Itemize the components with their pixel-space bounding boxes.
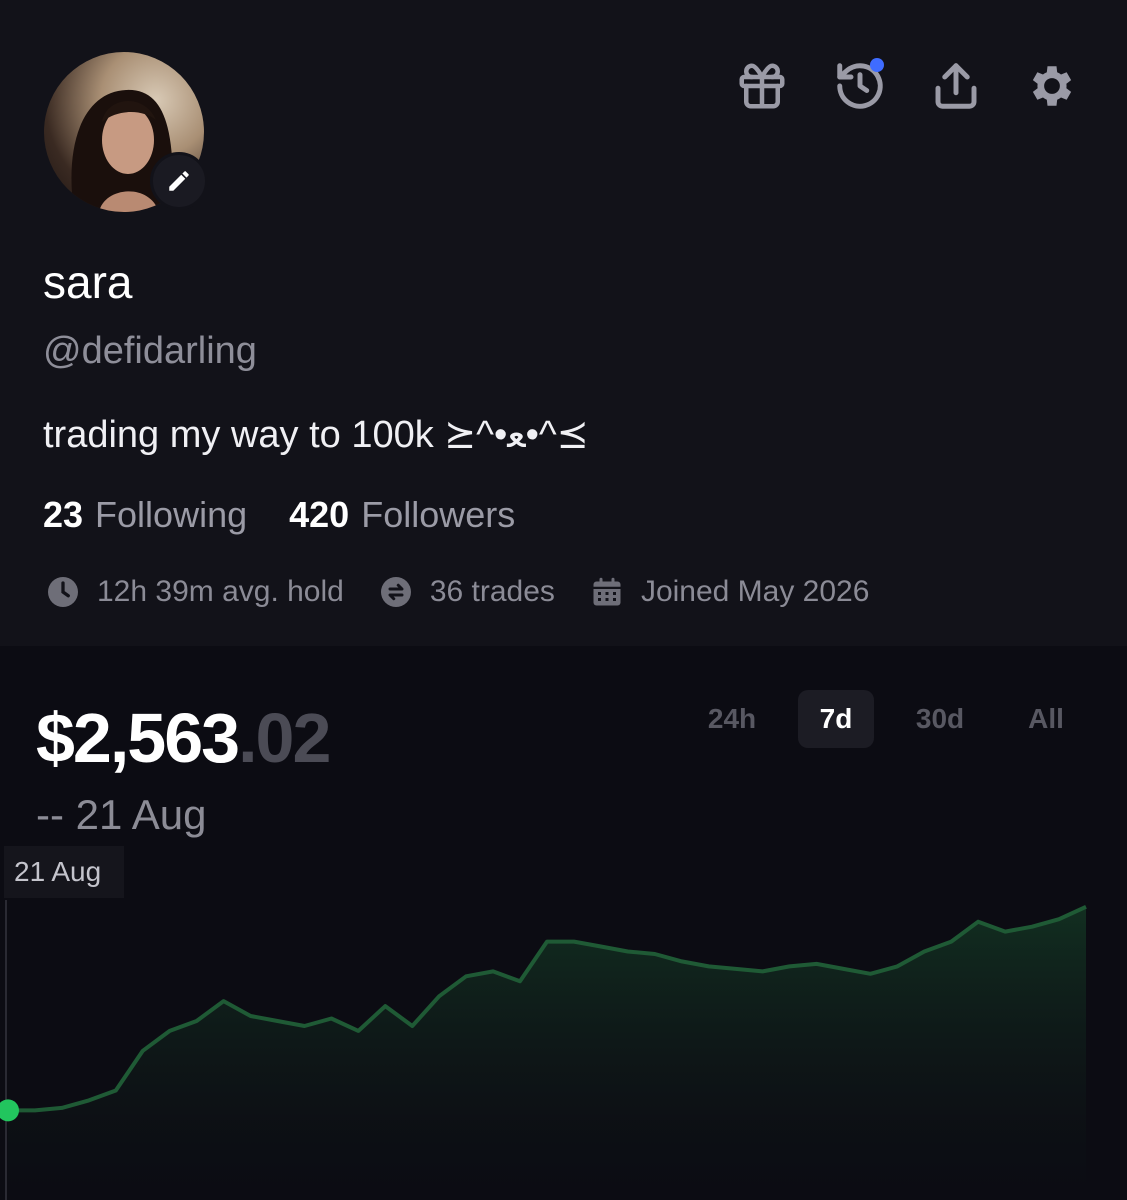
avg-hold-text: 12h 39m avg. hold (97, 575, 344, 608)
chart-point (1030, 925, 1034, 929)
trades-text: 36 trades (429, 575, 555, 608)
username-handle: @defidarling (43, 330, 257, 372)
following-label: Following (95, 494, 248, 535)
chart-point (437, 994, 441, 998)
joined-text: Joined May 2026 (640, 575, 870, 608)
gift-button[interactable] (732, 56, 792, 116)
chart-point (33, 1108, 37, 1112)
trades-item: 36 trades (378, 574, 555, 610)
followers-label: Followers (361, 494, 516, 535)
notification-dot (870, 58, 884, 72)
chart-point (141, 1049, 145, 1053)
chart-point (329, 1017, 333, 1021)
chart-point (734, 967, 738, 971)
chart-point (195, 1019, 199, 1023)
chart-point (707, 964, 711, 968)
settings-button[interactable] (1022, 56, 1082, 116)
chart-point (276, 1019, 280, 1023)
range-24h-button[interactable]: 24h (694, 690, 770, 748)
share-icon (935, 63, 977, 109)
chart-point (1003, 930, 1007, 934)
following-stat[interactable]: 23 Following (43, 494, 247, 536)
chart-point (841, 967, 845, 971)
chart-point (545, 940, 549, 944)
chart-point (976, 920, 980, 924)
edit-avatar-button[interactable] (150, 152, 208, 210)
chart-point (383, 1004, 387, 1008)
chart-point (114, 1089, 118, 1093)
chart-point (572, 940, 576, 944)
chart-point (356, 1029, 360, 1033)
range-30d-button[interactable]: 30d (902, 690, 978, 748)
chart-point (599, 945, 603, 949)
chart-point (87, 1098, 91, 1102)
follow-stats: 23 Following 420 Followers (43, 494, 515, 536)
chart-point (761, 969, 765, 973)
portfolio-chart[interactable] (0, 900, 1127, 1200)
following-count: 23 (43, 494, 84, 535)
profile-meta: 12h 39m avg. hold 36 trades Joined May 2… (45, 574, 903, 610)
history-button[interactable] (830, 56, 890, 116)
chart-point (60, 1106, 64, 1110)
settings-icon (1032, 66, 1072, 106)
swap-icon (380, 577, 411, 607)
chart-point (653, 952, 657, 956)
chart-point (222, 999, 226, 1003)
range-all-button[interactable]: All (1008, 690, 1084, 748)
balance-date: -- 21 Aug (36, 791, 207, 838)
chart-point (626, 950, 630, 954)
chart-point (249, 1014, 253, 1018)
gift-icon (739, 63, 785, 109)
chart-point (868, 972, 872, 976)
chart-point (1057, 917, 1061, 921)
time-range-selector: 24h 7d 30d All (0, 690, 1127, 750)
chart-point (922, 950, 926, 954)
chart-point (680, 959, 684, 963)
clock-icon (48, 577, 78, 607)
chart-point (815, 962, 819, 966)
followers-stat[interactable]: 420 Followers (289, 494, 515, 536)
chart-point (949, 940, 953, 944)
display-name: sara (43, 256, 133, 308)
pencil-icon (169, 171, 189, 191)
chart-point (302, 1024, 306, 1028)
joined-item: Joined May 2026 (589, 574, 870, 610)
share-button[interactable] (926, 56, 986, 116)
chart-point (168, 1029, 172, 1033)
range-7d-button[interactable]: 7d (798, 690, 874, 748)
chart-point (464, 974, 468, 978)
profile-section: sara @defidarling trading my way to 100k… (0, 0, 1127, 646)
profile-bio: trading my way to 100k ⪰^•ﻌ•^⪯ (43, 414, 589, 456)
followers-count: 420 (289, 494, 350, 535)
portfolio-section: $2,563.02 -- 21 Aug 24h 7d 30d All 21 Au… (0, 646, 1127, 1200)
chart-tooltip: 21 Aug (4, 846, 124, 898)
chart-point (1084, 905, 1088, 909)
chart-point (410, 1024, 414, 1028)
chart-point (895, 964, 899, 968)
calendar-icon (593, 577, 621, 606)
header-actions (0, 56, 1127, 116)
chart-point (491, 969, 495, 973)
chart-point (788, 964, 792, 968)
chart-point (518, 979, 522, 983)
avg-hold-item: 12h 39m avg. hold (45, 574, 344, 610)
